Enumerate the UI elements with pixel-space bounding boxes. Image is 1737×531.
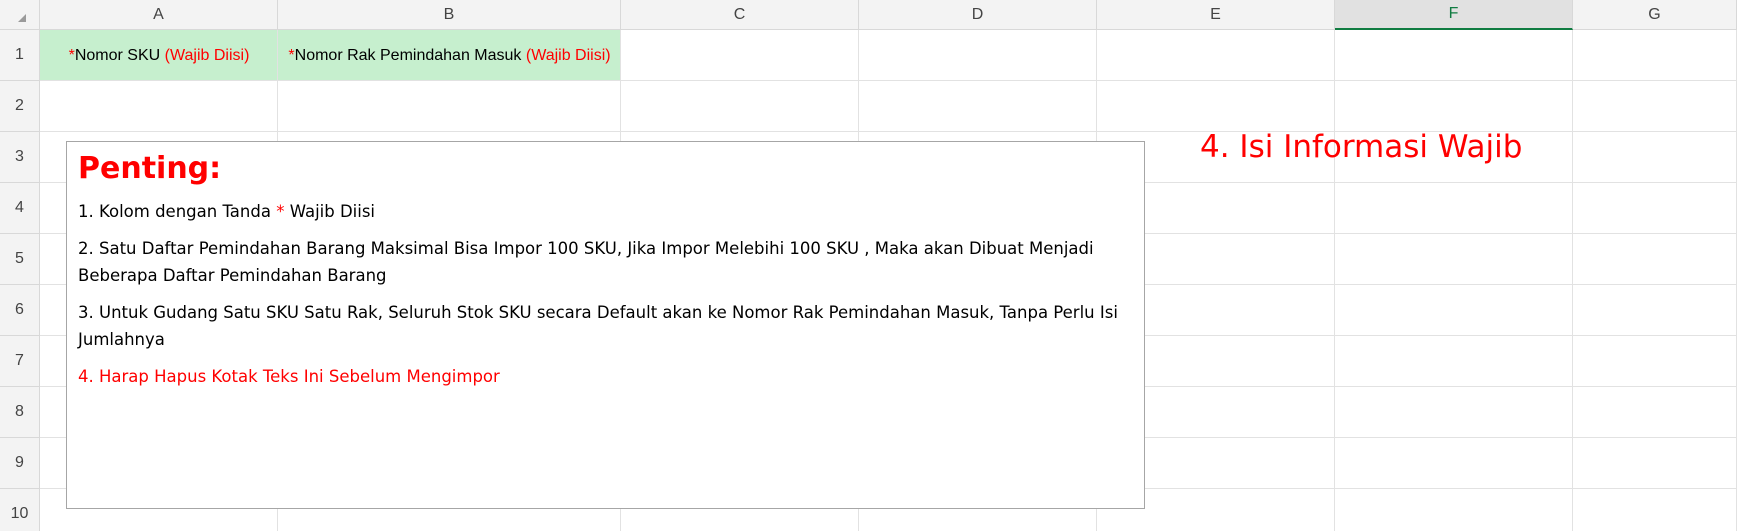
cell[interactable] (621, 30, 859, 81)
cell-b1[interactable]: * Nomor Rak Pemindahan Masuk (Wajib Diisi… (278, 30, 621, 81)
row-header-6[interactable]: 6 (0, 285, 40, 336)
row-header-5[interactable]: 5 (0, 234, 40, 285)
row-header-10[interactable]: 10 (0, 489, 40, 531)
cell[interactable] (1335, 438, 1573, 489)
select-all-corner[interactable] (0, 0, 40, 30)
column-header-d[interactable]: D (859, 0, 1097, 30)
cell[interactable] (1097, 30, 1335, 81)
column-header-e[interactable]: E (1097, 0, 1335, 30)
cell[interactable] (1097, 81, 1335, 132)
textbox-title: Penting: (78, 151, 222, 186)
cell[interactable] (1573, 132, 1737, 183)
row-header-7[interactable]: 7 (0, 336, 40, 387)
textbox-line-3: 3. Untuk Gudang Satu SKU Satu Rak, Selur… (78, 303, 1118, 349)
cell-b1-label: Nomor Rak Pemindahan Masuk (294, 46, 522, 64)
cell[interactable] (1573, 81, 1737, 132)
row-header-9[interactable]: 9 (0, 438, 40, 489)
cell[interactable] (40, 81, 278, 132)
cell[interactable] (1573, 234, 1737, 285)
cell-a1-label: Nomor SKU (74, 46, 161, 64)
annotation-label: 4. Isi Informasi Wajib (1200, 129, 1523, 165)
textbox-line-1: 1. Kolom dengan Tanda * Wajib Diisi (78, 198, 1134, 225)
cell[interactable] (1573, 183, 1737, 234)
cell[interactable] (621, 81, 859, 132)
row-header-3[interactable]: 3 (0, 132, 40, 183)
important-notes-textbox[interactable]: Penting: 1. Kolom dengan Tanda * Wajib D… (66, 141, 1145, 509)
column-header-g[interactable]: G (1573, 0, 1737, 30)
column-header-b[interactable]: B (278, 0, 621, 30)
column-header-a[interactable]: A (40, 0, 278, 30)
cell-b1-required-note: (Wajib Diisi) (525, 46, 611, 64)
cell[interactable] (1573, 30, 1737, 81)
cell[interactable] (1335, 285, 1573, 336)
cell[interactable] (1573, 387, 1737, 438)
cell[interactable] (1335, 387, 1573, 438)
cell[interactable] (1335, 30, 1573, 81)
cell[interactable] (1335, 183, 1573, 234)
cell[interactable] (1573, 285, 1737, 336)
cell[interactable] (859, 81, 1097, 132)
cell[interactable] (278, 81, 621, 132)
row-header-2[interactable]: 2 (0, 81, 40, 132)
row-header-1[interactable]: 1 (0, 30, 40, 81)
cell[interactable] (1335, 489, 1573, 531)
textbox-line-1-prefix: 1. Kolom dengan Tanda (78, 202, 271, 221)
spreadsheet-grid: A B C D E F G 1 2 3 4 5 6 7 8 9 10 * Nomor SKU (Wajib Dii… (0, 0, 1737, 531)
textbox-line-1-suffix: Wajib Diisi (289, 202, 376, 221)
cell[interactable] (859, 30, 1097, 81)
cell[interactable] (1573, 336, 1737, 387)
column-header-f[interactable]: F (1335, 0, 1573, 30)
textbox-line-2: 2. Satu Daftar Pemindahan Barang Maksima… (78, 239, 1094, 285)
select-all-triangle-icon (18, 14, 26, 22)
row-header-8[interactable]: 8 (0, 387, 40, 438)
row-header-4[interactable]: 4 (0, 183, 40, 234)
column-header-c[interactable]: C (621, 0, 859, 30)
cell[interactable] (1573, 489, 1737, 531)
required-mark: * (276, 202, 285, 221)
cell[interactable] (1335, 234, 1573, 285)
cell[interactable] (1573, 438, 1737, 489)
textbox-line-4: 4. Harap Hapus Kotak Teks Ini Sebelum Me… (78, 367, 500, 386)
cell[interactable] (1335, 81, 1573, 132)
cell[interactable] (1335, 336, 1573, 387)
cell-a1[interactable]: * Nomor SKU (Wajib Diisi) (40, 30, 278, 81)
cell-a1-required-note: (Wajib Diisi) (164, 46, 250, 64)
